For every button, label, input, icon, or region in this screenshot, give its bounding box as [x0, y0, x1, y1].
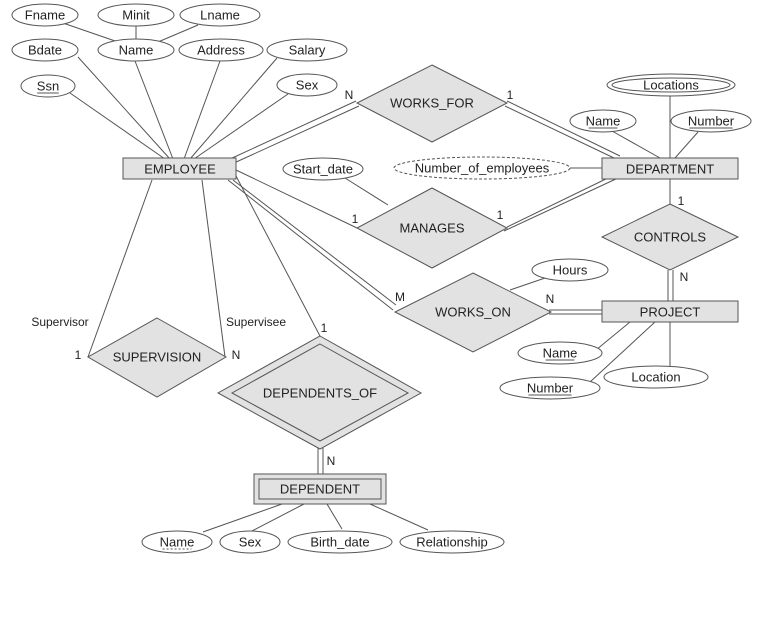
attribute-label: Address [197, 43, 245, 58]
identifying-relationship-dependents-of[interactable]: DEPENDENTS_OF [216, 335, 423, 450]
attribute-salary[interactable]: Salary [266, 38, 348, 62]
attribute-label: Hours [553, 263, 588, 278]
er-diagram: EMPLOYEE DEPARTMENT PROJECT DEPENDENT WO… [0, 0, 775, 620]
attribute-fname[interactable]: Fname [11, 3, 79, 27]
attribute-address[interactable]: Address [178, 38, 264, 62]
cardinality-label: N [546, 292, 555, 306]
attribute-label: Name [586, 114, 621, 129]
attribute-sex[interactable]: Sex [276, 73, 338, 97]
attribute-dep-name[interactable]: Name [141, 530, 213, 554]
attribute-label: Lname [200, 8, 240, 23]
attribute-label: Bdate [28, 43, 62, 58]
entity-project[interactable]: PROJECT [601, 300, 739, 323]
cardinality-label: N [232, 348, 241, 362]
relationship-label: WORKS_FOR [390, 96, 474, 111]
attribute-bdate[interactable]: Bdate [11, 38, 79, 62]
weak-entity-dependent[interactable]: DEPENDENT [253, 473, 387, 505]
entity-label: EMPLOYEE [144, 162, 216, 177]
cardinality-label: 1 [507, 88, 514, 102]
relationship-label: SUPERVISION [113, 350, 202, 365]
entity-label: PROJECT [640, 305, 701, 320]
attribute-dept-name[interactable]: Name [569, 109, 637, 133]
attribute-label: Birth_date [310, 535, 369, 550]
attributes: Fname Minit Lname Bdate Name Address Salary Ssn… [11, 3, 752, 554]
relationship-label: WORKS_ON [435, 305, 511, 320]
cardinality-label: 1 [352, 212, 359, 226]
role-label-supervisee: Supervisee [226, 315, 286, 329]
cardinality-label: N [680, 270, 689, 284]
entity-label: DEPENDENT [280, 482, 360, 497]
attribute-number-of-employees[interactable]: Number_of_employees [393, 156, 571, 180]
attribute-label: Minit [122, 8, 150, 23]
relationship-label: CONTROLS [634, 230, 707, 245]
attribute-label: Salary [289, 43, 326, 58]
attribute-label: Name [160, 535, 195, 550]
cardinality-label: 1 [497, 208, 504, 222]
attribute-label: Location [631, 370, 680, 385]
attribute-proj-name[interactable]: Name [517, 341, 603, 365]
relationship-controls[interactable]: CONTROLS [600, 203, 740, 271]
cardinality-label: 1 [321, 321, 328, 335]
er-diagram-canvas: EMPLOYEE DEPARTMENT PROJECT DEPENDENT WO… [11, 3, 752, 554]
relationship-works-on[interactable]: WORKS_ON [393, 272, 553, 353]
attribute-ssn[interactable]: Ssn [20, 74, 76, 98]
attribute-hours[interactable]: Hours [531, 258, 609, 282]
attribute-label: Number_of_employees [415, 161, 550, 176]
role-label-supervisor: Supervisor [31, 315, 88, 329]
attribute-label: Number [527, 381, 574, 396]
attribute-lname[interactable]: Lname [179, 3, 261, 27]
relationship-works-for[interactable]: WORKS_FOR [355, 64, 509, 143]
entity-department[interactable]: DEPARTMENT [601, 157, 739, 180]
attribute-proj-number[interactable]: Number [499, 376, 601, 400]
attribute-label: Number [688, 114, 735, 129]
attribute-proj-location[interactable]: Location [603, 365, 709, 389]
cardinality-label: M [395, 290, 405, 304]
attribute-label: Locations [643, 78, 699, 93]
entity-label: DEPARTMENT [626, 162, 714, 177]
attribute-label: Name [543, 346, 578, 361]
cardinality-label: 1 [75, 348, 82, 362]
relationship-supervision[interactable]: SUPERVISION [86, 317, 228, 398]
attribute-label: Relationship [416, 535, 488, 550]
attribute-label: Ssn [37, 79, 59, 94]
attribute-locations[interactable]: Locations [606, 73, 736, 97]
attribute-minit[interactable]: Minit [97, 3, 175, 27]
attribute-dep-relationship[interactable]: Relationship [399, 530, 505, 554]
cardinality-label: N [345, 88, 354, 102]
attribute-dept-number[interactable]: Number [670, 109, 752, 133]
attribute-start-date[interactable]: Start_date [282, 157, 364, 181]
attribute-label: Name [119, 43, 154, 58]
relationship-label: DEPENDENTS_OF [263, 386, 377, 401]
attribute-label: Start_date [293, 162, 353, 177]
attribute-label: Fname [25, 8, 65, 23]
cardinality-label: N [327, 454, 336, 468]
attribute-dep-sex[interactable]: Sex [219, 530, 281, 554]
cardinality-label: 1 [678, 194, 685, 208]
attribute-label: Sex [296, 78, 319, 93]
relationship-label: MANAGES [399, 221, 464, 236]
entity-employee[interactable]: EMPLOYEE [122, 157, 237, 180]
attribute-dep-birth-date[interactable]: Birth_date [287, 530, 393, 554]
attribute-label: Sex [239, 535, 262, 550]
attribute-name[interactable]: Name [97, 38, 175, 62]
